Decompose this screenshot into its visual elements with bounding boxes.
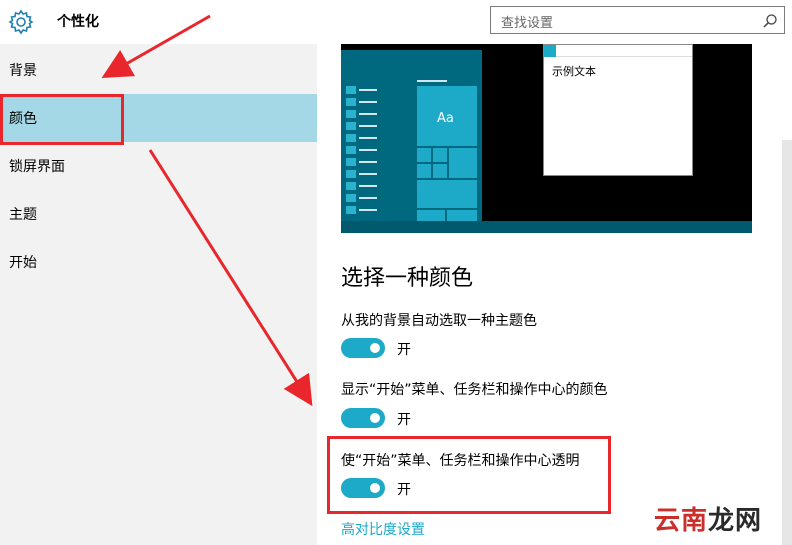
toggle-state-label: 开 [397, 342, 411, 358]
preview-tile-wide [417, 180, 477, 208]
preview-app-line [359, 161, 377, 163]
watermark-part1: 云南 [654, 506, 709, 536]
preview-app-icon [346, 206, 356, 214]
sidebar-item-background[interactable]: 背景 [0, 46, 317, 94]
high-contrast-link[interactable]: 高对比度设置 [341, 519, 425, 539]
preview-app-line [359, 173, 377, 175]
preview-app-icon [346, 158, 356, 166]
toggle-show-color[interactable] [341, 408, 385, 428]
preview-tile-small [417, 148, 431, 162]
preview-app-line [359, 113, 377, 115]
search-input[interactable]: 查找设置 [490, 6, 785, 34]
preview-tile-small [417, 210, 445, 221]
preview-app-icon [346, 134, 356, 142]
preview-app-line [359, 137, 377, 139]
preview-tile-small [433, 164, 447, 178]
taskbar-preview [341, 221, 752, 233]
header: 个性化 查找设置 [0, 0, 792, 44]
sidebar-item-label: 背景 [9, 63, 37, 79]
preview-app-icon [346, 194, 356, 202]
gear-icon[interactable] [8, 9, 34, 35]
preview-tile-small [447, 210, 477, 221]
preview-tile-label: Aa [437, 111, 454, 126]
sample-window-titlebar [544, 45, 692, 57]
preview-group-header [417, 80, 447, 82]
preview-app-line [359, 89, 377, 91]
search-icon[interactable] [762, 13, 778, 29]
search-placeholder: 查找设置 [501, 16, 554, 31]
sidebar-item-themes[interactable]: 主题 [0, 190, 317, 238]
preview-app-icon [346, 122, 356, 130]
preview-app-icon [346, 170, 356, 178]
preview-app-line [359, 197, 377, 199]
sample-window-preview: 示例文本 [543, 44, 693, 176]
sidebar-item-label: 主题 [9, 207, 37, 223]
preview-app-icon [346, 86, 356, 94]
setting-label-auto-accent: 从我的背景自动选取一种主题色 [341, 313, 537, 329]
watermark: 云南龙网 [654, 500, 762, 537]
preview-tile-small [417, 164, 431, 178]
sample-window-accent [544, 45, 556, 57]
preview-app-icon [346, 146, 356, 154]
page-title: 个性化 [57, 14, 99, 30]
setting-label-show-color: 显示“开始”菜单、任务栏和操作中心的颜色 [341, 382, 608, 398]
watermark-part2: 龙网 [708, 506, 763, 536]
preview-app-line [359, 149, 377, 151]
sidebar-item-lock-screen[interactable]: 锁屏界面 [0, 142, 317, 190]
annotation-box-transparency [327, 436, 611, 514]
preview-app-line [359, 185, 377, 187]
toggle-knob [370, 413, 380, 423]
preview-app-icon [346, 182, 356, 190]
preview-tile-medium [449, 148, 477, 178]
section-title: 选择一种颜色 [341, 266, 474, 291]
color-preview: Aa 示例文本 [341, 44, 752, 233]
sidebar-item-label: 锁屏界面 [9, 159, 65, 175]
preview-app-line [359, 209, 377, 211]
preview-app-line [359, 125, 377, 127]
start-menu-preview [341, 50, 482, 221]
sidebar-item-label: 开始 [9, 255, 37, 271]
toggle-knob [370, 343, 380, 353]
sample-text: 示例文本 [552, 65, 596, 78]
preview-app-icon [346, 98, 356, 106]
toggle-auto-accent[interactable] [341, 338, 385, 358]
scrollbar[interactable] [782, 140, 792, 545]
toggle-state-label: 开 [397, 412, 411, 428]
preview-tile-small [433, 148, 447, 162]
sidebar-item-start[interactable]: 开始 [0, 238, 317, 286]
annotation-box-colors [0, 94, 124, 145]
preview-app-line [359, 101, 377, 103]
preview-app-icon [346, 110, 356, 118]
